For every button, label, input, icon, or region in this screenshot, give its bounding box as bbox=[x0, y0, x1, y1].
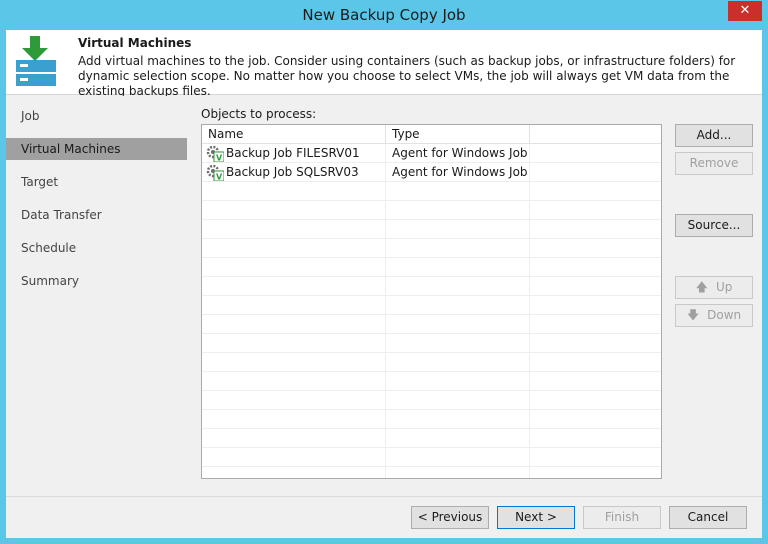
previous-button[interactable]: < Previous bbox=[411, 506, 489, 529]
page-title: Virtual Machines bbox=[78, 36, 192, 50]
empty-row bbox=[202, 220, 661, 239]
down-button[interactable]: 🡇 Down bbox=[675, 304, 753, 327]
row-name: Backup Job SQLSRV03 bbox=[226, 165, 359, 179]
column-header-name[interactable]: Name bbox=[202, 125, 386, 144]
client-area: Virtual Machines Add virtual machines to… bbox=[6, 30, 762, 538]
remove-button[interactable]: Remove bbox=[675, 152, 753, 175]
row-type: Agent for Windows Job bbox=[392, 146, 528, 160]
empty-row bbox=[202, 372, 661, 391]
up-button-label: Up bbox=[715, 280, 733, 294]
empty-row bbox=[202, 277, 661, 296]
finish-button[interactable]: Finish bbox=[583, 506, 661, 529]
sidebar-item-job[interactable]: Job bbox=[6, 105, 187, 127]
objects-list[interactable]: Name Type V Backup Job FILESRV01 Agent f… bbox=[201, 124, 662, 479]
source-button[interactable]: Source... bbox=[675, 214, 753, 237]
up-button[interactable]: 🡅 Up bbox=[675, 276, 753, 299]
empty-row bbox=[202, 315, 661, 334]
close-button[interactable]: ✕ bbox=[728, 1, 762, 21]
down-button-label: Down bbox=[707, 308, 742, 322]
window-title: New Backup Copy Job bbox=[302, 6, 466, 24]
wizard-steps-sidebar: Job Virtual Machines Target Data Transfe… bbox=[6, 96, 187, 496]
next-button[interactable]: Next > bbox=[497, 506, 575, 529]
empty-row bbox=[202, 448, 661, 467]
objects-label: Objects to process: bbox=[201, 107, 317, 121]
table-row[interactable]: V Backup Job FILESRV01 Agent for Windows… bbox=[202, 144, 661, 163]
sidebar-item-virtual-machines[interactable]: Virtual Machines bbox=[6, 138, 187, 160]
page-description: Add virtual machines to the job. Conside… bbox=[78, 54, 736, 98]
main-panel: Objects to process: Name Type V Backup J… bbox=[187, 96, 762, 496]
empty-row bbox=[202, 410, 661, 429]
wizard-window: New Backup Copy Job ✕ Virtual Machines A… bbox=[0, 0, 768, 544]
arrow-down-icon: 🡇 bbox=[686, 308, 700, 322]
empty-row bbox=[202, 239, 661, 258]
sidebar-item-schedule[interactable]: Schedule bbox=[6, 237, 187, 259]
title-bar[interactable]: New Backup Copy Job ✕ bbox=[0, 0, 768, 30]
column-header-type[interactable]: Type bbox=[386, 125, 530, 144]
empty-row bbox=[202, 391, 661, 410]
agent-job-icon: V bbox=[206, 164, 225, 182]
row-name: Backup Job FILESRV01 bbox=[226, 146, 360, 160]
arrow-up-icon: 🡅 bbox=[695, 280, 708, 294]
backup-copy-download-icon bbox=[14, 34, 58, 90]
sidebar-item-summary[interactable]: Summary bbox=[6, 270, 187, 292]
row-type: Agent for Windows Job bbox=[392, 165, 528, 179]
agent-job-icon: V bbox=[206, 145, 225, 163]
empty-row bbox=[202, 201, 661, 220]
wizard-footer: < Previous Next > Finish Cancel bbox=[6, 496, 762, 538]
list-header: Name Type bbox=[202, 125, 661, 144]
wizard-header: Virtual Machines Add virtual machines to… bbox=[6, 30, 762, 98]
table-row[interactable]: V Backup Job SQLSRV03 Agent for Windows … bbox=[202, 163, 661, 182]
sidebar-item-data-transfer[interactable]: Data Transfer bbox=[6, 204, 187, 226]
svg-text:V: V bbox=[216, 173, 223, 182]
empty-row bbox=[202, 258, 661, 277]
svg-text:V: V bbox=[216, 154, 223, 163]
cancel-button[interactable]: Cancel bbox=[669, 506, 747, 529]
empty-row bbox=[202, 334, 661, 353]
empty-row bbox=[202, 353, 661, 372]
add-button[interactable]: Add... bbox=[675, 124, 753, 147]
empty-row bbox=[202, 182, 661, 201]
empty-row bbox=[202, 296, 661, 315]
sidebar-item-target[interactable]: Target bbox=[6, 171, 187, 193]
empty-row bbox=[202, 429, 661, 448]
